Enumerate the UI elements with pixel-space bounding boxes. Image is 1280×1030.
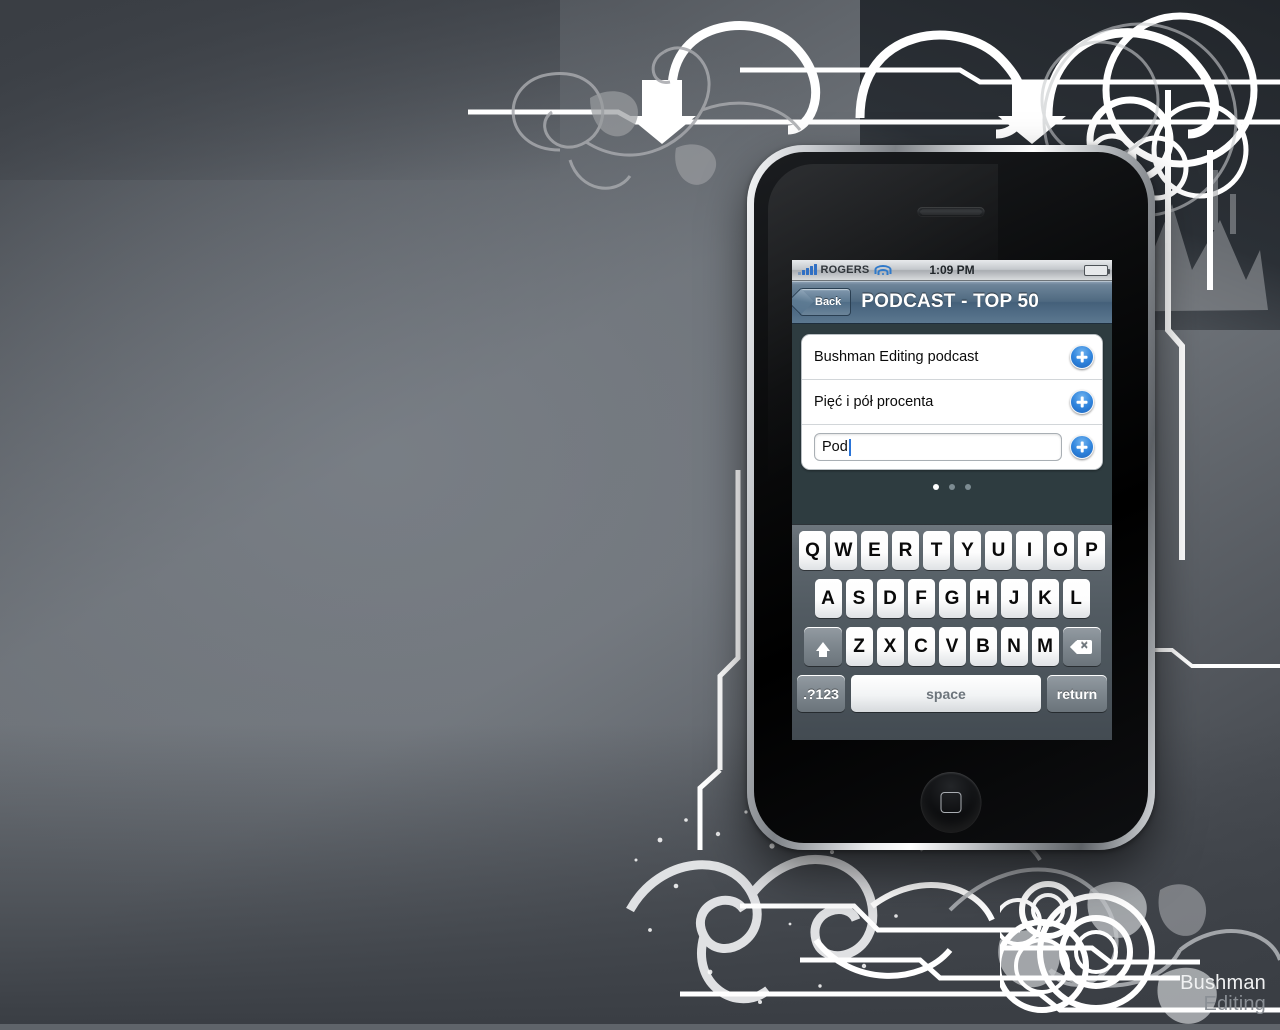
key-o[interactable]: O: [1047, 531, 1074, 570]
back-button-label: Back: [815, 296, 842, 308]
home-button[interactable]: [920, 772, 982, 833]
key-p[interactable]: P: [1078, 531, 1105, 570]
iphone-device: ROGERS 1:09 PM Back PODCAST - TOP 50 Bus…: [747, 145, 1155, 850]
key-w[interactable]: W: [830, 531, 857, 570]
key-f[interactable]: F: [907, 579, 935, 618]
space-key[interactable]: space: [851, 675, 1041, 712]
battery-icon: [1084, 264, 1110, 276]
shift-arrow-icon: [815, 642, 830, 657]
keyboard-row-2: A S D F G H J K L: [792, 579, 1112, 618]
list-item[interactable]: Bushman Editing podcast: [802, 335, 1102, 380]
backspace-icon: ✕: [1069, 639, 1092, 654]
key-k[interactable]: K: [1031, 579, 1059, 618]
key-y[interactable]: Y: [954, 531, 981, 570]
page-dot-3[interactable]: [965, 484, 971, 490]
text-caret: [848, 438, 851, 456]
key-d[interactable]: D: [876, 579, 904, 618]
key-i[interactable]: I: [1016, 531, 1043, 570]
status-bar: ROGERS 1:09 PM: [792, 260, 1112, 281]
key-z[interactable]: Z: [845, 627, 873, 666]
watermark-line-1: Bushman: [1180, 972, 1266, 995]
navigation-bar: Back PODCAST - TOP 50: [792, 281, 1112, 324]
page-indicator[interactable]: [801, 484, 1103, 490]
key-g[interactable]: G: [938, 579, 966, 618]
podcast-name-input[interactable]: Pod: [814, 433, 1062, 461]
key-u[interactable]: U: [985, 531, 1012, 570]
return-key[interactable]: return: [1047, 675, 1107, 712]
key-t[interactable]: T: [923, 531, 950, 570]
status-clock: 1:09 PM: [929, 263, 975, 277]
key-n[interactable]: N: [1000, 627, 1028, 666]
key-r[interactable]: R: [892, 531, 919, 570]
keyboard-row-4: .?123 space return: [792, 675, 1112, 712]
earpiece-speaker: [917, 207, 985, 216]
list-item-label: Bushman Editing podcast: [814, 349, 979, 365]
list-item-input: Pod: [802, 425, 1102, 469]
onscreen-keyboard[interactable]: Q W E R T Y U I O P A S D F G H J K L Z …: [792, 524, 1112, 740]
phone-screen: ROGERS 1:09 PM Back PODCAST - TOP 50 Bus…: [792, 260, 1112, 740]
list-item-label: Pięć i pół procenta: [814, 394, 934, 410]
key-j[interactable]: J: [1000, 579, 1028, 618]
podcast-name-value: Pod: [822, 439, 848, 455]
page-title: PODCAST - TOP 50: [861, 291, 1040, 312]
key-c[interactable]: C: [907, 627, 935, 666]
key-v[interactable]: V: [938, 627, 966, 666]
key-l[interactable]: L: [1062, 579, 1090, 618]
podcast-list-card: Bushman Editing podcast Pięć i pół proce…: [801, 334, 1103, 470]
keyboard-row-1: Q W E R T Y U I O P: [792, 531, 1112, 570]
key-q[interactable]: Q: [799, 531, 826, 570]
add-podcast-button[interactable]: [1070, 345, 1094, 369]
shift-key[interactable]: [803, 627, 842, 666]
wallpaper-watermark: Bushman Editing: [1180, 973, 1266, 1014]
key-b[interactable]: B: [969, 627, 997, 666]
key-a[interactable]: A: [814, 579, 842, 618]
add-podcast-button[interactable]: [1070, 435, 1094, 459]
key-x[interactable]: X: [876, 627, 904, 666]
page-dot-2[interactable]: [949, 484, 955, 490]
watermark-line-2: Editing: [1203, 992, 1266, 1015]
home-square-icon: [940, 792, 962, 813]
wallpaper-shade-topleft: [0, 0, 560, 180]
key-h[interactable]: H: [969, 579, 997, 618]
backspace-key[interactable]: ✕: [1062, 627, 1101, 666]
back-button[interactable]: Back: [799, 288, 852, 316]
key-s[interactable]: S: [845, 579, 873, 618]
keyboard-row-3: Z X C V B N M ✕: [792, 627, 1112, 666]
list-item[interactable]: Pięć i pół procenta: [802, 380, 1102, 425]
key-e[interactable]: E: [861, 531, 888, 570]
key-m[interactable]: M: [1031, 627, 1059, 666]
screen-content: Bushman Editing podcast Pięć i pół proce…: [792, 324, 1112, 490]
page-dot-1[interactable]: [933, 484, 939, 490]
numeric-toggle-key[interactable]: .?123: [797, 675, 845, 712]
add-podcast-button[interactable]: [1070, 390, 1094, 414]
